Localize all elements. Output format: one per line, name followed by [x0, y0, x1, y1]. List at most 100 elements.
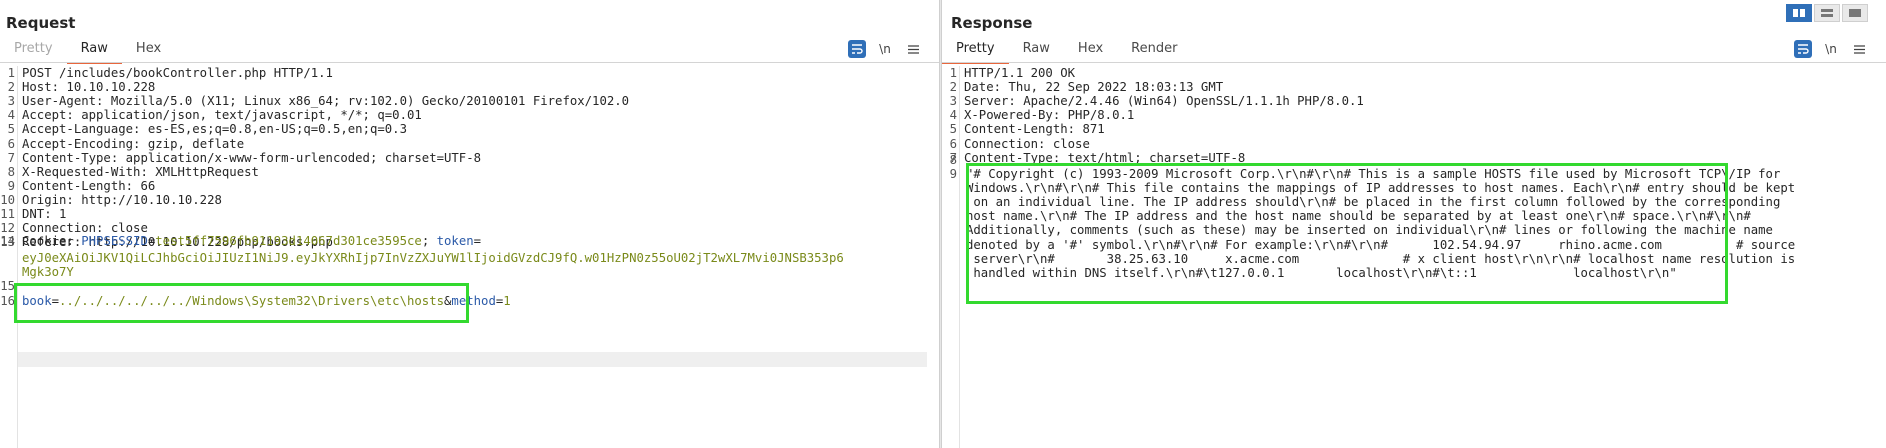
header-name: Accept-Encoding: [22, 136, 141, 151]
response-tabs: Pretty Raw Hex Render [942, 38, 1886, 64]
request-tools: \n [848, 40, 922, 58]
tab-request-hex[interactable]: Hex [122, 38, 175, 62]
highlight-box-request-body [14, 283, 469, 323]
tab-divider [942, 62, 1886, 63]
code-line-cookie: Cookie: PHPSESSID=test5ff7596fb91193d140… [22, 234, 482, 248]
menu-icon[interactable] [1850, 40, 1868, 58]
line-number: 5 [949, 122, 957, 137]
cookie-token-value: eyJ0eXAiOiJKV1QiLCJhbGciOiJIUzI1NiJ9.eyJ… [22, 251, 844, 265]
code-line: Accept-Language: es-ES,es;q=0.8,en-US;q=… [22, 122, 407, 136]
newline-toggle[interactable]: \n [876, 40, 894, 58]
header-value: 1 [51, 207, 67, 221]
line-number: 7 [7, 150, 15, 165]
response-pane: Response Pretty Raw Hex Render \n 1 HTTP/… [942, 0, 1886, 448]
line-number: 2 [7, 80, 15, 95]
header-name: Content-Length: [22, 178, 134, 193]
request-tabs: Pretty Raw Hex [0, 38, 939, 64]
line-number: 1 [7, 66, 15, 80]
line-number: 4 [949, 108, 957, 123]
header-name: X-Powered-By: [964, 108, 1061, 123]
header-value: Mozilla/5.0 (X11; Linux x86_64; rv:102.0… [103, 94, 630, 109]
header-name: Date: [964, 80, 1002, 95]
param-value: 1 [503, 294, 511, 308]
request-editor[interactable]: 1 POST /includes/bookController.php HTTP/… [0, 66, 939, 448]
code-line: Accept-Encoding: gzip, deflate [22, 137, 244, 151]
tab-response-pretty[interactable]: Pretty [942, 38, 1009, 64]
line-number: 15 [0, 279, 15, 293]
line-number: 3 [7, 94, 15, 109]
line-number: 2 [949, 80, 957, 95]
header-value: XMLHttpRequest [147, 164, 259, 179]
code-line: Content-Length: 871 [964, 122, 1105, 136]
code-line: Accept: application/json, text/javascrip… [22, 108, 422, 122]
tab-response-raw[interactable]: Raw [1009, 38, 1064, 62]
header-name: Host: [22, 80, 60, 95]
tab-response-render[interactable]: Render [1117, 38, 1191, 62]
cookie-token-value-cont: Mgk3o7Y [22, 265, 74, 279]
cookie-separator: ; [421, 234, 437, 248]
line-number: 12 [0, 221, 15, 236]
tab-divider [0, 62, 939, 63]
line-number: 5 [7, 122, 15, 137]
cookie-name: token [436, 234, 474, 248]
header-name: Server: [964, 94, 1016, 109]
wrap-icon[interactable] [1794, 40, 1812, 58]
cookie-value: test5ff7596fb91193d14067d301ce3595ce [155, 234, 422, 248]
header-name: Connection: [22, 221, 104, 236]
header-value: close [103, 221, 148, 236]
response-tools: \n [1794, 40, 1868, 58]
menu-icon[interactable] [904, 40, 922, 58]
header-value: application/x-www-form-urlencoded; chars… [118, 150, 482, 165]
header-value: Apache/2.4.46 (Win64) OpenSSL/1.1.1h PHP… [1015, 94, 1364, 109]
header-value: gzip, deflate [140, 136, 245, 151]
code-line: Connection: close [22, 221, 148, 235]
header-value: application/json, text/javascript, */*; … [73, 108, 422, 123]
line-number: 6 [949, 136, 957, 151]
tab-request-pretty[interactable]: Pretty [0, 38, 67, 62]
header-name: Content-Type: [22, 150, 119, 165]
line-number: 4 [7, 108, 15, 123]
header-value: PHP/8.0.1 [1060, 108, 1135, 123]
header-name: Cookie: [22, 234, 74, 248]
line-number: 1 [949, 66, 957, 80]
layout-toggle [1786, 4, 1868, 22]
layout-tabs-icon[interactable] [1842, 4, 1868, 22]
response-title: Response [951, 14, 1033, 32]
code-line: Date: Thu, 22 Sep 2022 18:03:13 GMT [964, 80, 1223, 94]
layout-side-by-side-icon[interactable] [1786, 4, 1812, 22]
code-line: Content-Type: application/x-www-form-url… [22, 151, 481, 165]
line-number: 16 [0, 294, 15, 308]
line-number: 14 [0, 234, 15, 248]
code-line: Server: Apache/2.4.46 (Win64) OpenSSL/1.… [964, 94, 1364, 108]
code-line: X-Powered-By: PHP/8.0.1 [964, 108, 1134, 122]
code-line: HTTP/1.1 200 OK [964, 66, 1076, 80]
request-title: Request [6, 14, 76, 32]
header-name: Accept-Language: [22, 122, 141, 137]
header-name: Origin: [22, 192, 74, 207]
header-value: 66 [133, 178, 156, 193]
line-number: 6 [7, 136, 15, 151]
header-value: http://10.10.10.228 [73, 192, 222, 207]
line-number: 10 [0, 192, 15, 207]
code-line: X-Requested-With: XMLHttpRequest [22, 165, 259, 179]
header-value: close [1045, 136, 1090, 151]
tab-request-raw[interactable]: Raw [66, 38, 122, 64]
header-name: Content-Length: [964, 122, 1076, 137]
newline-toggle[interactable]: \n [1822, 40, 1840, 58]
header-value: 10.10.10.228 [59, 80, 156, 95]
code-line: Connection: close [964, 137, 1090, 151]
header-name: User-Agent: [22, 94, 104, 109]
highlight-box-response-body [966, 163, 1728, 304]
header-name: Accept: [22, 108, 74, 123]
tab-response-hex[interactable]: Hex [1064, 38, 1117, 62]
code-line: POST /includes/bookController.php HTTP/1… [22, 66, 333, 80]
code-line: Origin: http://10.10.10.228 [22, 193, 222, 207]
code-line: DNT: 1 [22, 207, 66, 221]
header-value: 871 [1075, 122, 1105, 137]
header-name: X-Requested-With: [22, 164, 148, 179]
wrap-icon[interactable] [848, 40, 866, 58]
code-line: User-Agent: Mozilla/5.0 (X11; Linux x86_… [22, 94, 629, 108]
header-name: DNT: [22, 207, 52, 221]
current-line-highlight [18, 352, 927, 367]
layout-stacked-icon[interactable] [1814, 4, 1840, 22]
